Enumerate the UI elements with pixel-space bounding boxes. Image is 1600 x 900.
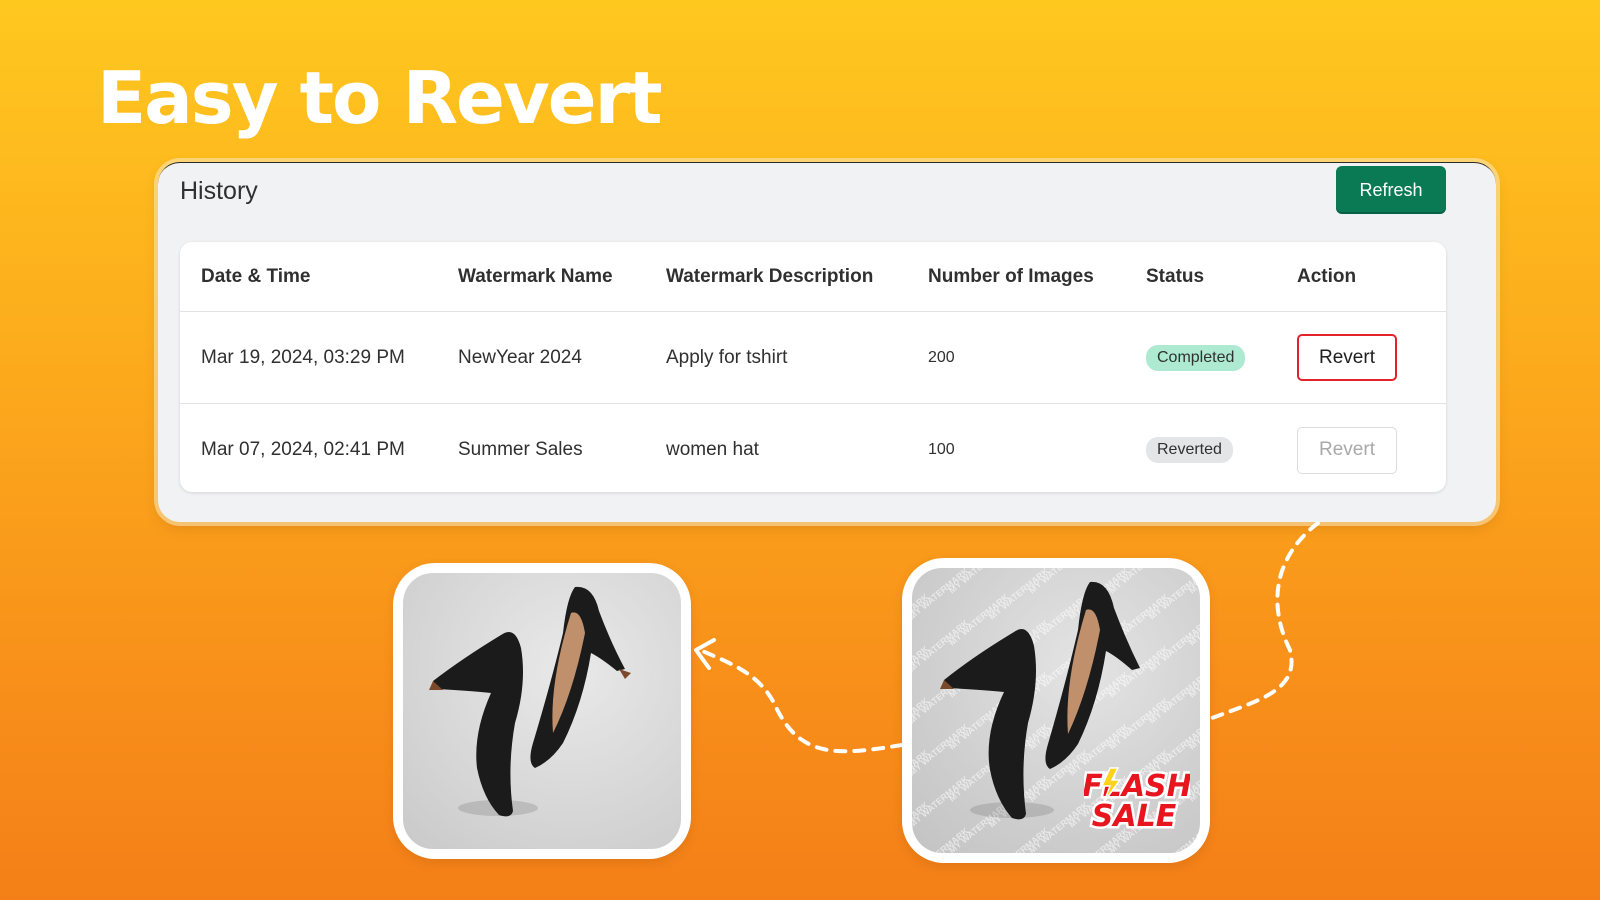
revert-arrow-line [698, 648, 904, 754]
high-heels-icon [429, 586, 631, 817]
connector-dashed-line [1210, 521, 1320, 720]
flash-sale-badge: FLASH SALE [1084, 767, 1190, 831]
original-product-image [403, 573, 681, 849]
original-image-frame [393, 563, 691, 859]
watermarked-image-frame: MY WATERMARKMY WATERMARKMY WATERMARKMY W… [902, 558, 1210, 863]
dashed-arrows [694, 521, 1320, 754]
sale-text: SALE [1092, 799, 1177, 830]
watermarked-product-image: MY WATERMARKMY WATERMARKMY WATERMARKMY W… [912, 568, 1200, 853]
